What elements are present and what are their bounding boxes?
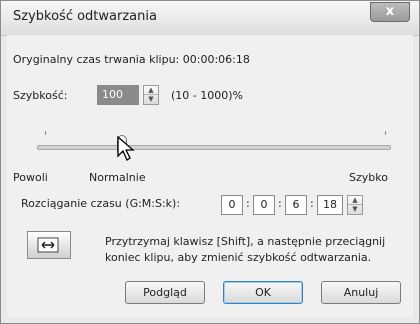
drag-clip-end-icon xyxy=(27,231,71,259)
spin-down-icon[interactable]: ▼ xyxy=(348,205,362,214)
time-stretch-spinner[interactable]: ▲ ▼ xyxy=(347,195,363,215)
speed-input[interactable]: 100 xyxy=(97,85,139,105)
title-bar[interactable]: Szybkość odtwarzania x xyxy=(1,1,419,36)
slider-ticks xyxy=(45,131,386,137)
hint-text-line1: Przytrzymaj klawisz [Shift], a następnie… xyxy=(105,235,386,248)
slider-normal-label: Normalnie xyxy=(89,171,146,184)
dialog-title: Szybkość odtwarzania xyxy=(13,9,157,24)
time-seconds-field[interactable]: 6 xyxy=(285,195,307,215)
spin-down-icon[interactable]: ▼ xyxy=(144,95,158,104)
speed-slider-track[interactable] xyxy=(37,145,391,150)
time-stretch-label: Rozciąganie czasu (G:M:S:k): xyxy=(21,197,181,210)
slider-slow-label: Powoli xyxy=(13,171,48,184)
spin-up-icon[interactable]: ▲ xyxy=(144,86,158,95)
cancel-button[interactable]: Anuluj xyxy=(321,281,401,304)
playback-speed-dialog: Szybkość odtwarzania x Oryginalny czas t… xyxy=(0,0,420,324)
spin-up-icon[interactable]: ▲ xyxy=(348,196,362,205)
ok-button[interactable]: OK xyxy=(223,281,303,304)
time-hours-field[interactable]: 0 xyxy=(221,195,243,215)
slider-tick xyxy=(45,131,46,135)
dialog-body: Oryginalny czas trwania klipu: 00:00:06:… xyxy=(7,35,413,318)
slider-fast-label: Szybko xyxy=(349,171,388,184)
mouse-cursor-icon xyxy=(117,136,135,161)
time-separator: : xyxy=(246,197,250,210)
original-duration-text: Oryginalny czas trwania klipu: 00:00:06:… xyxy=(13,53,250,66)
slider-tick xyxy=(385,131,386,135)
close-button[interactable]: x xyxy=(370,2,410,22)
time-minutes-field[interactable]: 0 xyxy=(253,195,275,215)
time-separator: : xyxy=(310,197,314,210)
speed-spinner[interactable]: ▲ ▼ xyxy=(143,85,159,105)
speed-range-hint: (10 - 1000)% xyxy=(171,89,243,102)
speed-label: Szybkość: xyxy=(13,89,68,102)
time-frames-field[interactable]: 18 xyxy=(317,195,343,215)
time-separator: : xyxy=(278,197,282,210)
hint-text-line2: koniec klipu, aby zmienić szybkość odtwa… xyxy=(105,251,372,264)
preview-button[interactable]: Podgląd xyxy=(125,281,205,304)
